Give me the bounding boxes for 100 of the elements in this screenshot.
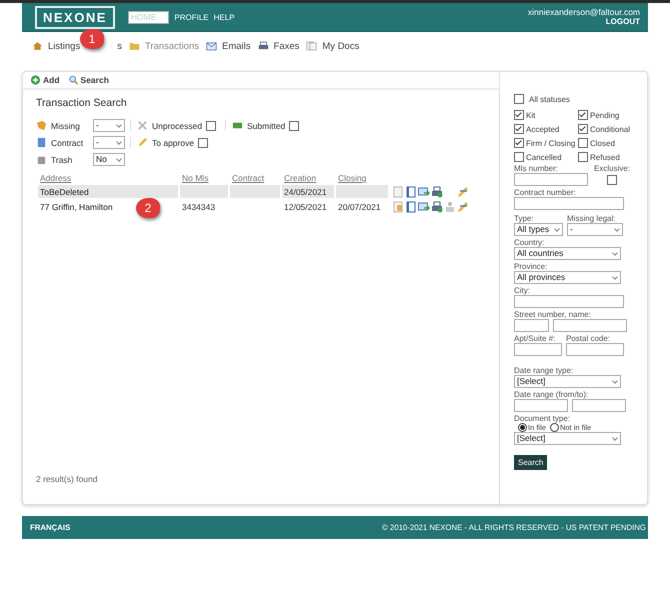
mail-icon[interactable] (418, 186, 430, 198)
field-label: Apt/Suite #: (514, 334, 556, 343)
radio-button[interactable] (518, 423, 527, 432)
status-checkbox[interactable] (578, 152, 588, 162)
nav-tab[interactable]: Listings (32, 40, 80, 52)
missing-legal-select[interactable]: - (567, 223, 623, 236)
search-icon (68, 75, 79, 85)
field-label: City: (514, 286, 531, 295)
user-email: xinniexanderson@faltour.com (528, 7, 640, 17)
status-checkbox[interactable] (578, 124, 588, 134)
field-label: Type: (514, 214, 535, 223)
table-cell: 20/07/2021 (338, 202, 381, 212)
filter-checkbox[interactable] (289, 120, 300, 130)
search-button[interactable]: Search (514, 455, 548, 470)
field-label: Date range type: (514, 366, 574, 375)
section-title: Transaction Search (36, 97, 128, 109)
checkbox-label: Cancelled (526, 152, 562, 162)
filter-select[interactable]: - (93, 136, 125, 149)
status-checkbox[interactable] (514, 124, 524, 134)
column-header[interactable]: No Mls (182, 173, 208, 183)
contract-input[interactable] (514, 197, 624, 210)
nav-tab[interactable]: My Docs (306, 40, 360, 52)
date-type-select[interactable]: [Select] (514, 375, 621, 388)
printer-icon[interactable] (431, 186, 443, 198)
status-checkbox[interactable] (514, 94, 524, 104)
printer-icon[interactable] (431, 201, 443, 213)
radio-button[interactable] (550, 423, 559, 432)
step-callout: 1 (80, 29, 104, 49)
filter-label: Missing (51, 120, 81, 130)
column-header[interactable]: Closing (338, 173, 366, 183)
nav-link[interactable]: PROFILE (174, 12, 209, 22)
toolbar-button[interactable]: Search (68, 75, 109, 85)
status-checkbox[interactable] (514, 110, 524, 120)
toolbar-button[interactable]: Add (30, 75, 60, 85)
apt-input[interactable] (514, 343, 562, 356)
filter-label: Trash (51, 154, 74, 164)
filter-checkbox[interactable] (198, 138, 208, 148)
column-header[interactable]: Creation (284, 173, 316, 183)
field-label: Missing legal: (567, 214, 616, 223)
column-header[interactable]: Address (40, 173, 72, 183)
mail-icon (206, 41, 217, 51)
street-number-input[interactable] (514, 319, 549, 332)
field-label: Document type: (514, 414, 572, 423)
folder-icon (128, 41, 140, 51)
document-type-select[interactable]: [Select] (514, 432, 621, 445)
results-count: 2 result(s) found (36, 474, 98, 484)
pencil-icon[interactable] (457, 186, 469, 198)
exclusive-checkbox[interactable] (607, 175, 617, 185)
pencil-icon (137, 137, 148, 148)
type-select[interactable]: All types (514, 223, 563, 236)
column-header[interactable]: Contract (232, 173, 264, 183)
checkbox-label: Firm / Closing (526, 138, 576, 148)
house-icon (32, 41, 43, 51)
cross-icon (137, 120, 148, 131)
printer-icon (258, 41, 269, 51)
nav-tab[interactable]: Faxes (258, 40, 300, 52)
date-to-input[interactable] (572, 399, 626, 412)
field-label: Street number, name: (514, 310, 592, 319)
step-callout: 2 (136, 198, 160, 218)
field-label: Country: (514, 238, 546, 247)
nav-tab[interactable]: Transactions (128, 40, 199, 52)
nav-tab[interactable]: Emails (206, 40, 251, 52)
date-from-input[interactable] (514, 399, 568, 412)
status-checkbox[interactable] (578, 138, 588, 148)
filter-select[interactable]: No (93, 153, 125, 166)
checkbox-label: Conditional (590, 124, 630, 134)
banknote-icon (232, 120, 243, 131)
logo[interactable]: NEXONE (35, 6, 115, 28)
field-label: Date range (from/to): (514, 390, 590, 399)
filter-label: To approve (152, 138, 194, 148)
status-checkbox[interactable] (514, 152, 524, 162)
book-icon[interactable] (405, 201, 417, 213)
nav-tab[interactable]: s (117, 40, 122, 52)
field-label: Province: (514, 262, 548, 271)
field-label: Mls number: (514, 164, 560, 173)
book-icon[interactable] (405, 186, 417, 198)
checkbox-label: Closed (590, 138, 615, 148)
table-row[interactable]: ToBeDeleted 24/05/2021 (38, 185, 484, 198)
country-select[interactable]: All countries (514, 247, 621, 260)
filter-label: Contract (51, 138, 84, 148)
table-cell: ToBeDeleted (40, 186, 89, 196)
street-name-input[interactable] (553, 319, 627, 332)
city-input[interactable] (514, 295, 624, 308)
logout-link[interactable]: LOGOUT (606, 17, 640, 27)
mail-icon[interactable] (418, 201, 430, 213)
filter-select[interactable]: - (93, 119, 125, 132)
nav-link[interactable]: HELP (214, 12, 235, 22)
status-checkbox[interactable] (578, 110, 588, 120)
province-select[interactable]: All provinces (514, 271, 621, 284)
filter-label: Unprocessed (152, 120, 202, 130)
mls-input[interactable] (514, 173, 588, 186)
checkbox-label: Accepted (526, 124, 560, 134)
checkbox-label: Pending (590, 110, 620, 120)
pencil-icon[interactable] (457, 201, 469, 213)
filter-checkbox[interactable] (206, 120, 216, 130)
documents-icon (306, 41, 318, 51)
postal-input[interactable] (566, 343, 624, 356)
status-checkbox[interactable] (514, 138, 524, 148)
field-label: Exclusive: (594, 164, 630, 173)
table-cell: 12/05/2021 (284, 202, 327, 212)
